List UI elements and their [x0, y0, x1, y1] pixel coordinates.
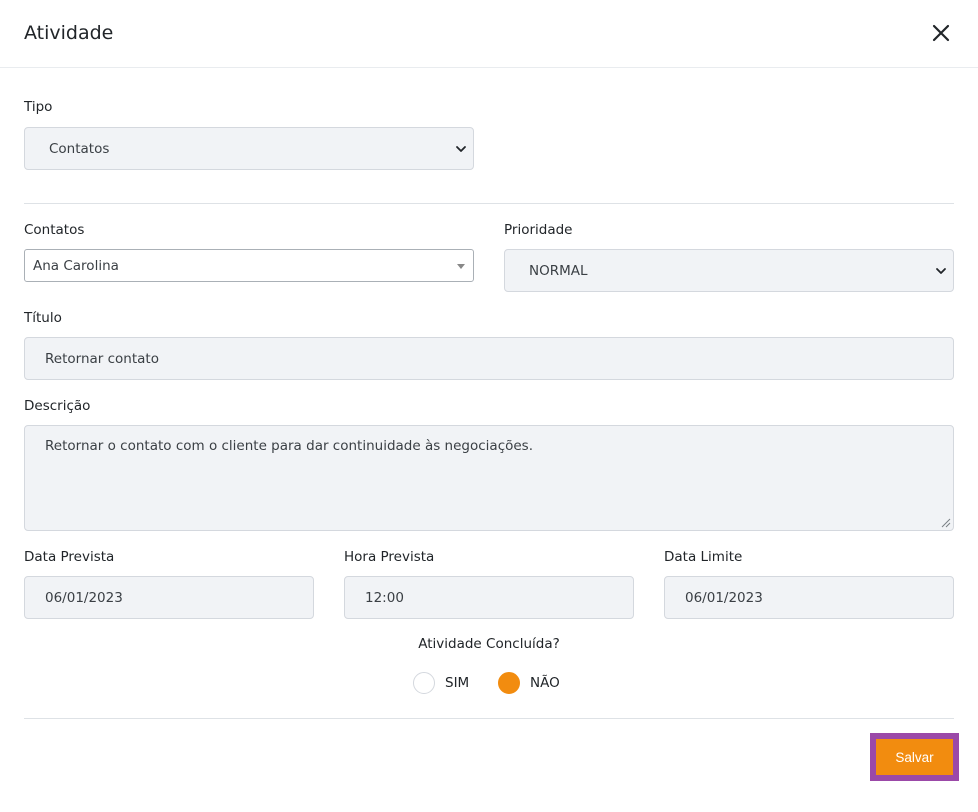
titulo-input[interactable]: Retornar contato: [24, 337, 954, 380]
contatos-value: Ana Carolina: [33, 257, 119, 274]
data-limite-input[interactable]: 06/01/2023: [664, 576, 954, 619]
contatos-combobox[interactable]: Ana Carolina: [24, 249, 474, 282]
prioridade-value: NORMAL: [529, 262, 588, 279]
descricao-value: Retornar o contato com o cliente para da…: [45, 438, 534, 454]
hora-prevista-input[interactable]: 12:00: [344, 576, 634, 619]
data-limite-label: Data Limite: [664, 549, 743, 565]
concluida-question: Atividade Concluída?: [418, 636, 560, 652]
radio-sim-label[interactable]: SIM: [445, 675, 469, 691]
descricao-textarea[interactable]: Retornar o contato com o cliente para da…: [24, 425, 954, 531]
close-button[interactable]: [928, 20, 954, 46]
prioridade-label: Prioridade: [504, 222, 573, 238]
data-prevista-input[interactable]: 06/01/2023: [24, 576, 314, 619]
tipo-select[interactable]: Contatos: [24, 127, 474, 170]
divider: [24, 203, 954, 204]
footer-divider: [24, 718, 954, 719]
radio-sim[interactable]: [413, 672, 435, 694]
contatos-label: Contatos: [24, 222, 85, 238]
hora-prevista-value: 12:00: [365, 589, 404, 606]
radio-nao-label[interactable]: NÃO: [530, 675, 560, 691]
prioridade-select[interactable]: NORMAL: [504, 249, 954, 292]
tipo-label: Tipo: [24, 99, 53, 115]
data-prevista-label: Data Prevista: [24, 549, 115, 565]
chevron-down-icon: [936, 267, 946, 274]
hora-prevista-label: Hora Prevista: [344, 549, 435, 565]
descricao-label: Descrição: [24, 398, 91, 414]
titulo-value: Retornar contato: [45, 350, 159, 367]
radio-nao[interactable]: [498, 672, 520, 694]
data-limite-value: 06/01/2023: [685, 589, 763, 606]
modal-header: Atividade: [0, 0, 978, 68]
tipo-value: Contatos: [49, 140, 110, 157]
modal-title: Atividade: [24, 22, 114, 44]
caret-down-icon: [457, 264, 465, 269]
save-button[interactable]: Salvar: [876, 739, 953, 775]
data-prevista-value: 06/01/2023: [45, 589, 123, 606]
chevron-down-icon: [456, 145, 466, 152]
close-icon: [932, 24, 950, 42]
resize-grip-icon[interactable]: [941, 518, 951, 528]
titulo-label: Título: [24, 310, 62, 326]
